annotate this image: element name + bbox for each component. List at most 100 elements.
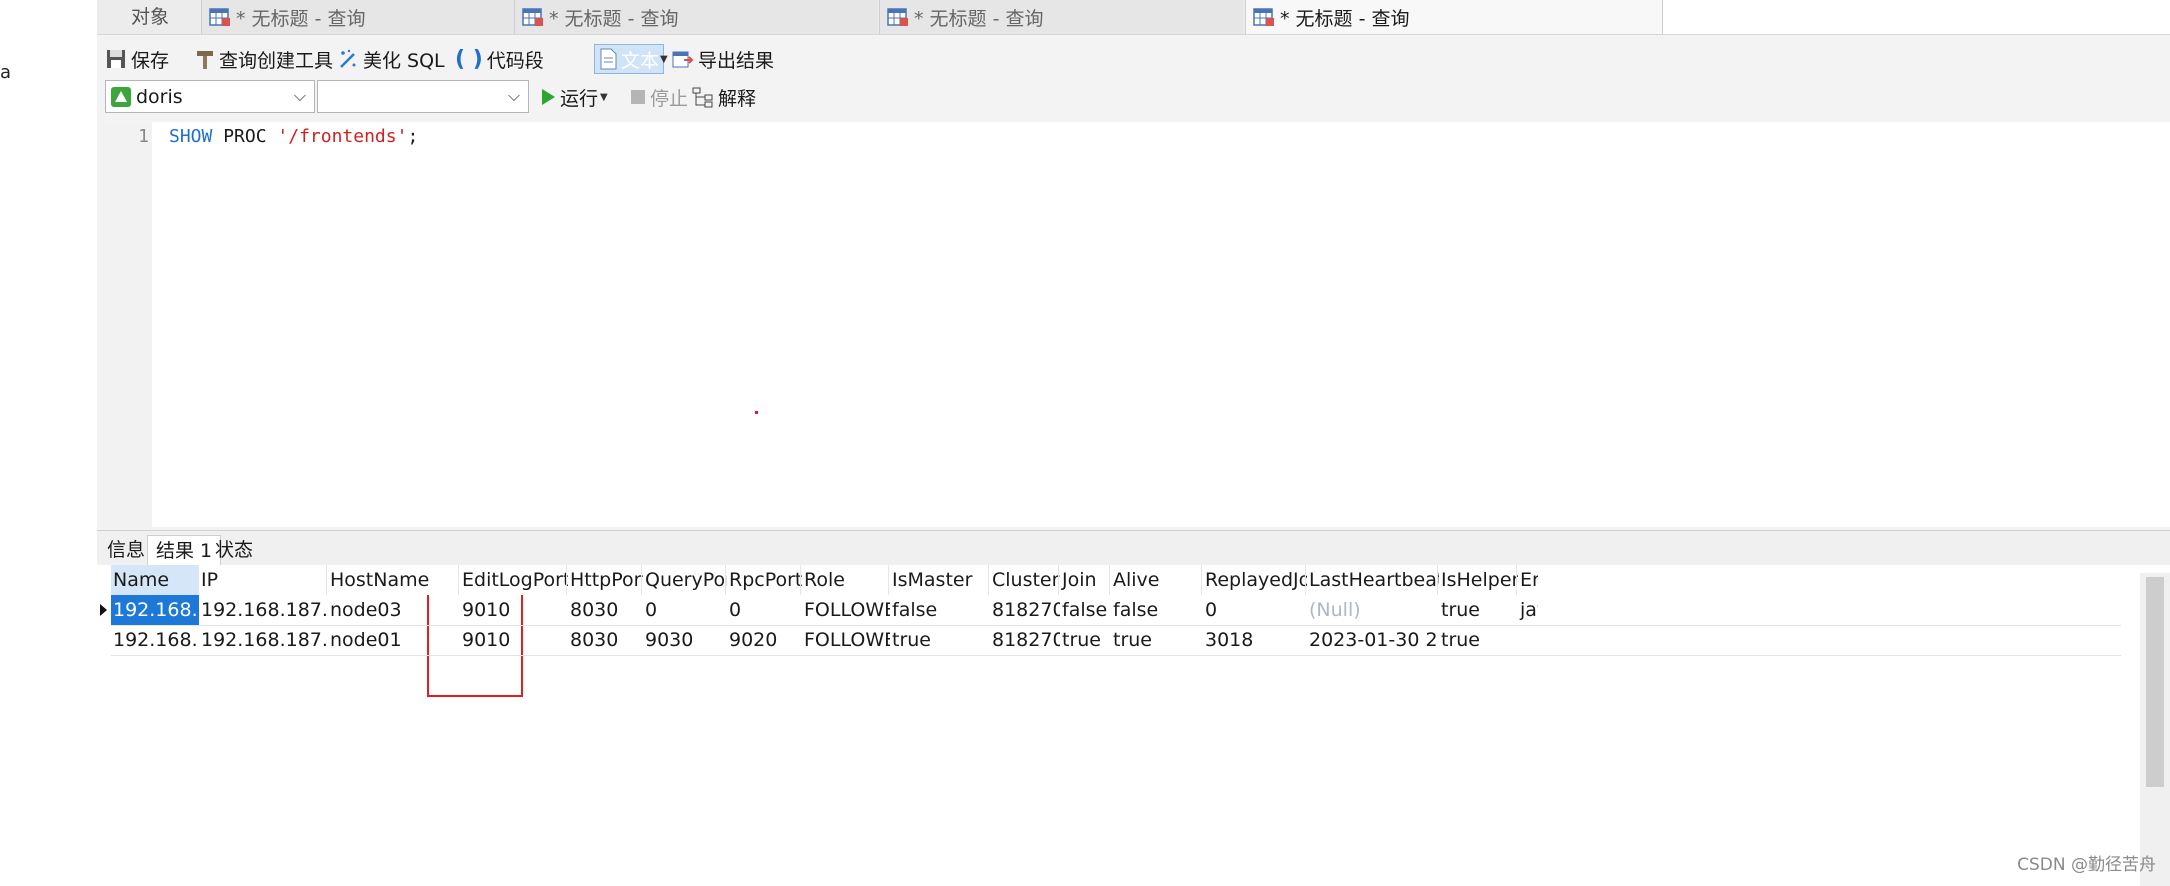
table-cell[interactable]: false — [890, 595, 990, 625]
column-separator[interactable] — [566, 565, 567, 595]
column-header[interactable]: IP — [199, 565, 328, 595]
table-cell[interactable]: true — [1439, 595, 1518, 625]
column-header[interactable]: HttpPort — [568, 565, 643, 595]
table-cell[interactable]: false — [1060, 595, 1111, 625]
table-cell[interactable]: node01 — [328, 625, 460, 655]
column-separator[interactable] — [326, 565, 327, 595]
table-cell[interactable]: true — [1439, 625, 1518, 655]
tab-query-1[interactable]: * 无标题 - 查询 — [201, 0, 565, 34]
results-panel: 信息 结果 1 状态 Name IP HostName EditLogPort Http… — [97, 530, 2170, 886]
column-header[interactable]: Join — [1060, 565, 1111, 595]
table-cell[interactable]: 192.168.187.103 — [199, 595, 328, 625]
table-cell[interactable]: (Null) — [1307, 595, 1439, 625]
vertical-scrollbar[interactable] — [2140, 573, 2170, 886]
red-dot-marker — [755, 411, 758, 414]
column-separator[interactable] — [1437, 565, 1438, 595]
table-cell[interactable]: 8030 — [568, 625, 643, 655]
table-cell[interactable]: true — [1111, 625, 1203, 655]
table-cell[interactable]: java — [1518, 595, 1538, 625]
table-cell[interactable]: 3018 — [1203, 625, 1307, 655]
run-dropdown-icon: ▼ — [600, 91, 608, 103]
results-grid[interactable]: Name IP HostName EditLogPort HttpPort QueryPo… — [97, 565, 2137, 886]
column-header[interactable]: RpcPort — [727, 565, 802, 595]
database-select[interactable]: ⌵ — [317, 80, 529, 113]
query-table-icon — [209, 8, 230, 26]
column-header[interactable]: QueryPort — [643, 565, 727, 595]
column-header[interactable]: HostName — [328, 565, 460, 595]
column-header[interactable]: EditLogPort — [460, 565, 568, 595]
column-separator[interactable] — [1516, 565, 1517, 595]
column-separator[interactable] — [641, 565, 642, 595]
tab-info[interactable]: 信息 — [99, 535, 153, 565]
scrollbar-thumb[interactable] — [2146, 577, 2164, 787]
table-cell[interactable]: true — [1060, 625, 1111, 655]
table-cell[interactable]: 9020 — [727, 625, 802, 655]
column-separator[interactable] — [888, 565, 889, 595]
table-cell[interactable]: 192.168.187.101 — [199, 625, 328, 655]
table-cell[interactable]: false — [1111, 595, 1203, 625]
table-cell[interactable]: 818270987 — [990, 625, 1060, 655]
query-builder-button[interactable]: 查询创建工具 — [195, 42, 333, 76]
column-header[interactable]: Name — [111, 565, 199, 595]
column-separator[interactable] — [988, 565, 989, 595]
export-results-button[interactable]: 导出结果 — [672, 42, 774, 76]
code-snippet-button[interactable]: ( ) 代码段 — [455, 42, 544, 76]
main-toolbar: 保存 查询创建工具 美化 SQL ( ) 代码段 文本 ▼ 导出结果 — [97, 42, 2170, 76]
column-separator[interactable] — [725, 565, 726, 595]
connection-select[interactable]: doris ⌵ — [105, 80, 315, 113]
table-cell[interactable]: 8030 — [568, 595, 643, 625]
text-mode-toggle[interactable]: 文本 — [594, 44, 665, 74]
column-header[interactable]: LastHeartbeat — [1307, 565, 1439, 595]
table-cell[interactable]: 9010 — [460, 595, 568, 625]
table-cell[interactable]: 0 — [727, 595, 802, 625]
column-header[interactable]: Er — [1518, 565, 1538, 595]
stop-button[interactable]: 停止 — [630, 80, 688, 114]
table-cell[interactable]: FOLLOWER — [802, 625, 890, 655]
sql-code-line[interactable]: SHOW PROC '/frontends'; — [169, 124, 418, 150]
table-cell[interactable]: 818270987 — [990, 595, 1060, 625]
table-cell[interactable]: 0 — [1203, 595, 1307, 625]
result-tab-strip: 信息 结果 1 状态 — [97, 531, 2170, 565]
column-header[interactable]: IsMaster — [890, 565, 990, 595]
column-separator[interactable] — [1305, 565, 1306, 595]
save-label: 保存 — [131, 49, 170, 72]
save-button[interactable]: 保存 — [105, 42, 169, 76]
column-header[interactable]: ReplayedJournalI — [1203, 565, 1307, 595]
column-header[interactable]: Role — [802, 565, 890, 595]
document-icon — [600, 48, 617, 70]
tab-status[interactable]: 状态 — [207, 535, 261, 565]
table-cell[interactable]: true — [890, 625, 990, 655]
table-cell[interactable]: 9010 — [460, 625, 568, 655]
watermark: CSDN @勤径苦舟 — [2017, 855, 2156, 875]
column-separator[interactable] — [1109, 565, 1110, 595]
table-cell[interactable] — [1518, 625, 1538, 655]
tab-query-3[interactable]: * 无标题 - 查询 — [879, 0, 1243, 34]
table-cell[interactable]: node03 — [328, 595, 460, 625]
table-cell[interactable]: FOLLOWER — [802, 595, 890, 625]
table-cell[interactable]: 192.168.187.101_9010_1675083626473 — [111, 625, 199, 655]
export-results-label: 导出结果 — [698, 49, 775, 72]
column-separator[interactable] — [458, 565, 459, 595]
tab-query-4-active[interactable]: * 无标题 - 查询 — [1245, 0, 1662, 34]
column-separator[interactable] — [1058, 565, 1059, 595]
tab-query-2[interactable]: * 无标题 - 查询 — [514, 0, 878, 34]
column-separator[interactable] — [197, 565, 198, 595]
column-separator[interactable] — [1201, 565, 1202, 595]
connection-toolbar: doris ⌵ ⌵ 运行 ▼ 停止 解释 — [97, 80, 2170, 114]
table-cell[interactable]: 192.168.187.103_9010_1675085906406 — [111, 595, 199, 625]
explain-label: 解释 — [718, 87, 757, 110]
column-separator[interactable] — [800, 565, 801, 595]
table-cell[interactable]: 9030 — [643, 625, 727, 655]
sidebar-text-fragment: a — [0, 62, 12, 83]
run-button[interactable]: 运行 ▼ — [540, 80, 608, 114]
text-mode-dropdown-arrow[interactable]: ▼ — [658, 42, 668, 76]
explain-button[interactable]: 解释 — [692, 80, 756, 114]
column-header[interactable]: IsHelper — [1439, 565, 1518, 595]
column-header[interactable]: ClusterId — [990, 565, 1060, 595]
beautify-sql-button[interactable]: 美化 SQL — [337, 42, 445, 76]
tab-objects[interactable]: 对象 — [97, 0, 201, 34]
table-cell[interactable]: 0 — [643, 595, 727, 625]
sql-editor[interactable]: 1 SHOW PROC '/frontends'; — [97, 122, 2170, 527]
table-cell[interactable]: 2023-01-30 21:23:46 — [1307, 625, 1439, 655]
column-header[interactable]: Alive — [1111, 565, 1203, 595]
